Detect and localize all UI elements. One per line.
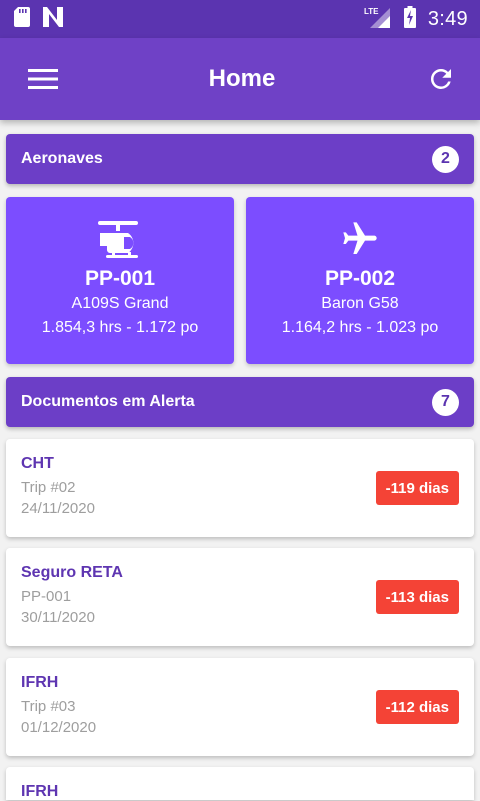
refresh-icon[interactable] [424,62,458,96]
document-card[interactable]: IFRH Trip #03 01/12/2020 -112 dias [6,658,474,756]
battery-charging-icon [403,5,416,33]
aircraft-hours: 1.164,2 hrs - 1.023 po [281,319,439,336]
app-bar: Home [0,38,480,120]
aircraft-card-pp-002[interactable]: PP-002 Baron G58 1.164,2 hrs - 1.023 po [246,197,474,364]
sd-card-icon [14,6,30,32]
aircraft-registration: PP-001 [84,267,156,290]
lte-signal-icon: LTE [364,6,392,33]
document-date: 30/11/2020 [21,609,95,626]
page-title: Home [208,65,276,92]
document-title: IFRH [21,783,59,800]
document-card[interactable]: IFRH [6,767,474,800]
aircraft-count-badge: 2 [432,145,459,173]
days-overdue-badge: -112 dias [375,690,459,724]
document-title: CHT [21,455,54,472]
document-date: 24/11/2020 [21,500,95,517]
helicopter-icon [96,217,144,261]
documents-section-title: Documentos em Alerta [21,393,195,410]
document-subtitle: Trip #02 [21,479,76,496]
days-overdue-badge: -119 dias [375,471,459,505]
document-card[interactable]: CHT Trip #02 24/11/2020 -119 dias [6,439,474,537]
aircraft-hours: 1.854,3 hrs - 1.172 po [41,319,199,336]
document-card[interactable]: Seguro RETA PP-001 30/11/2020 -113 dias [6,548,474,646]
airplane-icon [338,217,382,261]
aircraft-registration: PP-002 [324,267,396,290]
aircraft-section-title: Aeronaves [21,150,103,167]
status-time: 3:49 [427,7,468,30]
document-subtitle: Trip #03 [21,698,76,715]
document-title: Seguro RETA [21,564,123,581]
aircraft-section-header[interactable]: Aeronaves 2 [6,134,474,184]
documents-section-header[interactable]: Documentos em Alerta 7 [6,377,474,427]
svg-text:LTE: LTE [364,7,379,16]
document-subtitle: PP-001 [21,588,72,605]
document-title: IFRH [21,674,59,691]
aircraft-model: A109S Grand [71,295,169,312]
n-notification-icon [42,6,64,32]
status-bar: LTE 3:49 [0,0,480,38]
aircraft-card-pp-001[interactable]: PP-001 A109S Grand 1.854,3 hrs - 1.172 p… [6,197,234,364]
document-date: 01/12/2020 [21,719,97,736]
documents-count-badge: 7 [432,388,459,416]
days-overdue-badge: -113 dias [375,580,459,614]
aircraft-model: Baron G58 [321,295,399,312]
menu-icon[interactable] [26,62,60,96]
